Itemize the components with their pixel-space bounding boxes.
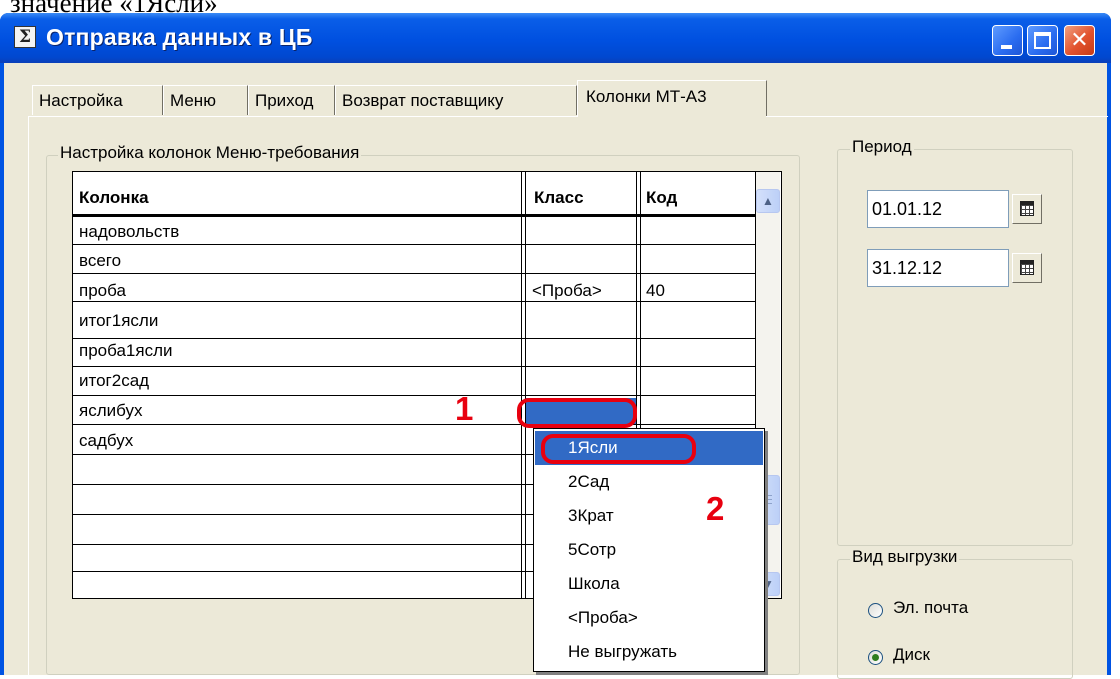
period-to-input[interactable]: 31.12.12 [867,249,1009,287]
table-row[interactable]: итог1ясли [79,311,158,331]
radio-email[interactable] [868,603,883,618]
window-title: Отправка данных в ЦБ [46,24,313,50]
calendar-icon [1020,201,1034,216]
calendar-icon [1020,260,1034,275]
export-group-label: Вид выгрузки [850,547,960,567]
period-to-calendar-button[interactable] [1012,253,1042,283]
row-line [73,244,756,245]
col-divider-1b [525,172,526,598]
table-row[interactable]: проба [79,281,126,301]
table-row[interactable]: итог2сад [79,371,149,391]
annotation-number-1: 1 [455,390,474,427]
code-cell[interactable]: 40 [646,281,665,301]
dropdown-option[interactable]: <Проба> [535,601,763,635]
radio-disk-label[interactable]: Диск [893,645,930,665]
dropdown-option[interactable]: Школа [535,567,763,601]
tab-panel-top-edge [28,116,1108,117]
row-line [73,366,756,367]
header-code[interactable]: Код [646,188,677,208]
header-class[interactable]: Класс [534,188,584,208]
col-divider-1a [521,172,522,598]
table-row[interactable]: всего [79,251,121,271]
class-cell[interactable]: <Проба> [532,281,602,301]
period-from-calendar-button[interactable] [1012,194,1042,224]
dropdown-option[interactable]: 3Крат [535,499,763,533]
close-icon: ✕ [1070,28,1089,53]
dropdown-option[interactable]: 5Сотр [535,533,763,567]
table-row[interactable]: надовольств [79,222,179,242]
scroll-up-button[interactable]: ▲ [756,189,780,213]
annotation-ring-2 [541,434,696,464]
annotation-ring-1 [517,398,637,428]
thumb-grip [764,499,772,500]
row-line [73,424,756,425]
minimize-icon [1001,45,1012,49]
dropdown-option[interactable]: 2Сад [535,465,763,499]
radio-disk[interactable] [868,650,883,665]
row-line [73,395,756,396]
app-icon: Σ [14,26,36,48]
columns-group-label: Настройка колонок Меню-требования [58,143,362,163]
annotation-number-2: 2 [706,490,725,527]
row-line [73,273,756,274]
period-group-label: Период [850,137,914,157]
class-dropdown-list[interactable]: 1Ясли 2Сад 3Крат 5Сотр Школа <Проба> Не … [533,428,765,672]
tab-columns-mt-a3[interactable]: Колонки МТ-А3 [577,80,767,116]
period-from-input[interactable]: 01.01.12 [867,190,1009,228]
thumb-grip [764,495,772,496]
maximize-button[interactable] [1027,25,1058,56]
table-row[interactable]: садбух [79,431,133,451]
row-line [73,301,756,302]
tab-menu[interactable]: Меню [163,85,248,115]
active-tab-join [578,114,766,118]
radio-checked-dot [872,654,879,661]
header-separator [73,214,757,217]
dropdown-option[interactable]: Не выгружать [535,635,763,669]
maximize-icon [1034,32,1051,49]
tab-settings[interactable]: Настройка [32,85,163,115]
tab-income[interactable]: Приход [248,85,335,115]
radio-email-label[interactable]: Эл. почта [893,598,968,618]
minimize-button[interactable] [992,25,1023,56]
table-row[interactable]: яслибух [79,401,142,421]
header-column[interactable]: Колонка [79,188,149,208]
tab-panel-left-edge [28,116,29,676]
title-bar[interactable]: Σ Отправка данных в ЦБ ✕ [0,13,1111,63]
thumb-grip [764,503,772,504]
table-row[interactable]: проба1ясли [79,341,173,361]
close-button[interactable]: ✕ [1064,25,1095,56]
row-line [73,338,756,339]
tab-return-supplier[interactable]: Возврат поставщику [335,85,577,115]
